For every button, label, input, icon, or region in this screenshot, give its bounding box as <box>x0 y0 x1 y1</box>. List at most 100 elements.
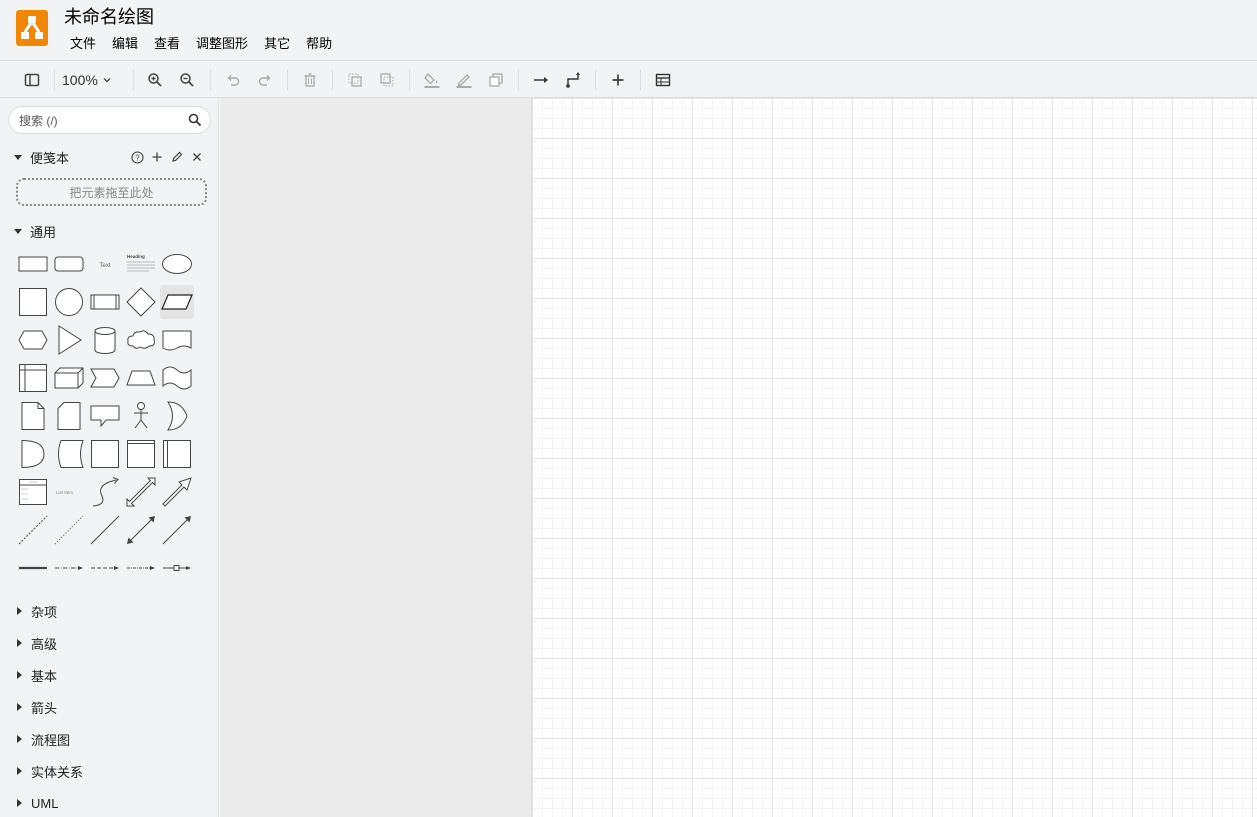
shape-data-storage[interactable] <box>52 437 86 471</box>
section-misc-header[interactable]: 杂项 <box>14 601 57 621</box>
shape-or[interactable] <box>160 399 194 433</box>
caret-right-icon <box>17 703 22 711</box>
redo-icon[interactable] <box>253 68 277 92</box>
shape-connector-3-labels[interactable] <box>124 551 158 585</box>
shape-process[interactable] <box>88 285 122 319</box>
shape-step[interactable] <box>88 361 122 395</box>
search-icon[interactable] <box>188 113 202 127</box>
shape-connector-symbol[interactable] <box>160 551 194 585</box>
canvas-background[interactable] <box>220 98 531 817</box>
shape-line[interactable] <box>88 513 122 547</box>
shape-cube[interactable] <box>52 361 86 395</box>
section-flowchart-header[interactable]: 流程图 <box>14 729 70 749</box>
connection-icon[interactable] <box>529 68 553 92</box>
shape-curve[interactable] <box>88 475 122 509</box>
shape-triangle[interactable] <box>52 323 86 357</box>
drawio-logo-icon[interactable] <box>16 10 48 46</box>
menu-edit[interactable]: 编辑 <box>104 34 146 54</box>
delete-icon[interactable] <box>298 68 322 92</box>
shape-square-2[interactable] <box>88 437 122 471</box>
shape-connector-2-labels[interactable] <box>88 551 122 585</box>
section-er-header[interactable]: 实体关系 <box>14 761 83 781</box>
shape-card[interactable] <box>52 399 86 433</box>
undo-icon[interactable] <box>221 68 245 92</box>
caret-right-icon <box>17 671 22 679</box>
shape-square[interactable] <box>16 285 50 319</box>
caret-right-icon <box>17 799 22 807</box>
shape-arrow[interactable] <box>160 475 194 509</box>
shape-heading-label: Heading <box>127 254 145 259</box>
close-icon[interactable] <box>190 150 204 164</box>
menu-file[interactable]: 文件 <box>62 34 104 54</box>
svg-text:?: ? <box>135 153 140 162</box>
shape-vertical-container[interactable] <box>160 437 194 471</box>
shape-ellipse[interactable] <box>160 247 194 281</box>
insert-icon[interactable] <box>606 68 630 92</box>
to-front-icon[interactable] <box>343 68 367 92</box>
zoom-level: 100% <box>62 72 98 88</box>
zoom-dropdown[interactable]: 100% <box>62 69 112 91</box>
shape-dotted-line[interactable] <box>52 513 86 547</box>
table-icon[interactable] <box>651 68 675 92</box>
toolbar: 100% <box>0 60 1257 98</box>
shape-cylinder[interactable] <box>88 323 122 357</box>
shape-bidirectional-arrow[interactable] <box>124 475 158 509</box>
shapes-sidebar: 便笺本 ? 把元素拖至此处 通用 Text Heading <box>0 98 219 817</box>
shape-directional-connector[interactable] <box>160 513 194 547</box>
section-basic-header[interactable]: 基本 <box>14 665 57 685</box>
menu-view[interactable]: 查看 <box>146 34 188 54</box>
section-flowchart-title: 流程图 <box>31 732 71 748</box>
menu-arrange[interactable]: 调整图形 <box>188 34 256 54</box>
shape-callout[interactable] <box>88 399 122 433</box>
help-icon[interactable]: ? <box>130 150 144 164</box>
shape-connector-label[interactable] <box>52 551 86 585</box>
section-scratchpad-header[interactable]: 便笺本 <box>14 147 69 167</box>
shape-internal-storage[interactable] <box>16 361 50 395</box>
shape-list[interactable] <box>16 475 50 509</box>
shape-dashed-line[interactable] <box>16 513 50 547</box>
section-arrows-header[interactable]: 箭头 <box>14 697 57 717</box>
zoom-in-icon[interactable] <box>143 68 167 92</box>
shape-parallelogram[interactable] <box>160 285 194 319</box>
edit-icon[interactable] <box>170 150 184 164</box>
shape-note[interactable] <box>16 399 50 433</box>
section-uml-header[interactable]: UML <box>14 793 58 813</box>
shape-textbox[interactable]: Heading <box>124 247 158 281</box>
scratchpad-dropzone[interactable]: 把元素拖至此处 <box>16 178 207 206</box>
shape-bidirectional-connector[interactable] <box>124 513 158 547</box>
shape-hexagon[interactable] <box>16 323 50 357</box>
shape-diamond[interactable] <box>124 285 158 319</box>
section-advanced-header[interactable]: 高级 <box>14 633 57 653</box>
waypoints-icon[interactable] <box>561 68 585 92</box>
section-general-header[interactable]: 通用 <box>14 221 56 241</box>
document-title[interactable]: 未命名绘图 <box>64 5 154 29</box>
shape-list-item[interactable]: List Item <box>52 475 86 509</box>
shape-actor[interactable] <box>124 399 158 433</box>
shape-trapezoid[interactable] <box>124 361 158 395</box>
menu-extras[interactable]: 其它 <box>256 34 298 54</box>
zoom-out-icon[interactable] <box>175 68 199 92</box>
section-arrows-title: 箭头 <box>31 700 58 716</box>
shape-container[interactable] <box>124 437 158 471</box>
to-back-icon[interactable] <box>375 68 399 92</box>
sidebar-toggle-icon[interactable] <box>20 68 44 92</box>
line-color-icon[interactable] <box>452 68 476 92</box>
shape-circle[interactable] <box>52 285 86 319</box>
caret-right-icon <box>17 767 22 775</box>
shape-rounded-rectangle[interactable] <box>52 247 86 281</box>
search-input[interactable] <box>19 112 179 130</box>
shape-and[interactable] <box>16 437 50 471</box>
menu-help[interactable]: 帮助 <box>298 34 340 54</box>
shape-text[interactable]: Text <box>88 247 122 281</box>
fill-color-icon[interactable] <box>420 68 444 92</box>
add-icon[interactable] <box>150 150 164 164</box>
chevron-down-icon <box>103 78 111 83</box>
shadow-icon[interactable] <box>484 68 508 92</box>
shape-tape[interactable] <box>160 361 194 395</box>
shape-cloud[interactable] <box>124 323 158 357</box>
shape-document[interactable] <box>160 323 194 357</box>
drawing-canvas[interactable] <box>531 98 1257 817</box>
section-misc-title: 杂项 <box>31 604 58 620</box>
shape-link[interactable] <box>16 551 50 585</box>
shape-rectangle[interactable] <box>16 247 50 281</box>
